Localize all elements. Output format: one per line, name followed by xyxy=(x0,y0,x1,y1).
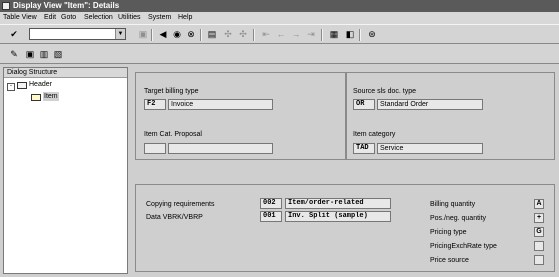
command-dropdown-icon[interactable]: ▼ xyxy=(115,29,125,39)
copy-icon[interactable]: ▧ xyxy=(52,48,64,60)
save-icon[interactable]: ▣ xyxy=(24,48,36,60)
copy-control-group: Copying requirements 002 Item/order-rela… xyxy=(135,184,555,272)
target-billing-type-text: Invoice xyxy=(168,99,273,110)
new-entries-icon[interactable]: ▥ xyxy=(38,48,50,60)
billing-quantity-label: Billing quantity xyxy=(430,201,476,208)
application-toolbar: ✎ ▣ ▥ ▧ xyxy=(0,44,559,64)
previous-page-icon[interactable]: ← xyxy=(275,28,287,40)
command-field[interactable]: ▼ xyxy=(29,28,126,40)
tree-header: Dialog Structure xyxy=(4,68,127,78)
pos-neg-quantity-field[interactable]: + xyxy=(534,213,544,223)
menu-utilities[interactable]: Utilities xyxy=(118,14,141,21)
next-page-icon[interactable]: → xyxy=(290,28,302,40)
pricing-exch-rate-type-field[interactable] xyxy=(534,241,544,251)
cancel-icon[interactable]: ⊗ xyxy=(185,28,197,40)
back-icon[interactable]: ◀ xyxy=(157,28,169,40)
item-cat-proposal-text xyxy=(168,143,273,154)
target-billing-type-code[interactable]: F2 xyxy=(144,99,166,110)
source-doc-type-code[interactable]: OR xyxy=(353,99,375,110)
source-doc-type-label: Source sls doc. type xyxy=(353,88,417,95)
billing-quantity-field[interactable]: A xyxy=(534,199,544,209)
title-bar: Display View "Item": Details xyxy=(0,0,559,12)
pricing-type-label: Pricing type xyxy=(430,229,467,236)
price-source-label: Price source xyxy=(430,257,469,264)
window-title: Display View "Item": Details xyxy=(13,1,120,10)
find-icon[interactable]: ✣ xyxy=(222,28,234,40)
tree-node-item[interactable]: Item xyxy=(43,92,59,101)
print-icon[interactable]: ▤ xyxy=(206,28,218,40)
menu-selection[interactable]: Selection xyxy=(84,14,113,21)
item-category-code[interactable]: TAD xyxy=(353,143,375,154)
check-icon[interactable]: ✔ xyxy=(8,28,20,40)
exit-icon[interactable]: ◉ xyxy=(171,28,183,40)
item-cat-proposal-code[interactable] xyxy=(144,143,166,154)
folder-closed-icon xyxy=(17,82,27,89)
save-icon[interactable]: ▣ xyxy=(137,28,149,40)
data-vbrk-code[interactable]: 001 xyxy=(260,211,282,222)
window-icon[interactable] xyxy=(2,2,10,10)
target-billing-type-label: Target billing type xyxy=(144,88,199,95)
item-category-text: Service xyxy=(377,143,483,154)
menu-goto[interactable]: Goto xyxy=(61,14,76,21)
menu-table-view[interactable]: Table View xyxy=(3,14,37,21)
tree-toggle-icon[interactable]: - xyxy=(7,81,15,91)
copying-requirements-text: Item/order-related xyxy=(285,198,391,209)
shortcut-icon[interactable]: ◧ xyxy=(344,28,356,40)
standard-toolbar: ✔ ▼ ▣ ◀ ◉ ⊗ ▤ ✣ ✣ ⇤ ← → ⇥ ▦ ◧ ⊛ xyxy=(0,24,559,44)
source-doc-type-text: Standard Order xyxy=(377,99,483,110)
pricing-type-field[interactable]: G xyxy=(534,227,544,237)
menu-help[interactable]: Help xyxy=(178,14,192,21)
data-vbrk-text: Inv. Split (sample) xyxy=(285,211,391,222)
tree-node-header[interactable]: Header xyxy=(29,80,52,89)
find-next-icon[interactable]: ✣ xyxy=(237,28,249,40)
dialog-structure-tree: Dialog Structure - Header Item xyxy=(3,67,128,274)
copying-requirements-label: Copying requirements xyxy=(146,201,215,208)
price-source-field[interactable] xyxy=(534,255,544,265)
change-display-icon[interactable]: ✎ xyxy=(8,48,20,60)
data-vbrk-label: Data VBRK/VBRP xyxy=(146,214,203,221)
target-group: Target billing type F2 Invoice Item Cat.… xyxy=(135,72,346,160)
pos-neg-quantity-label: Pos./neg. quantity xyxy=(430,215,487,222)
first-page-icon[interactable]: ⇤ xyxy=(260,28,272,40)
create-session-icon[interactable]: ▦ xyxy=(328,28,340,40)
help-icon[interactable]: ⊛ xyxy=(366,28,378,40)
menu-system[interactable]: System xyxy=(148,14,171,21)
item-category-label: Item category xyxy=(353,131,396,138)
last-page-icon[interactable]: ⇥ xyxy=(305,28,317,40)
menu-bar: Table View Edit Goto Selection Utilities… xyxy=(0,12,559,24)
folder-open-icon xyxy=(31,94,41,101)
pricing-exch-rate-type-label: PricingExchRate type xyxy=(430,243,497,250)
copying-requirements-code[interactable]: 002 xyxy=(260,198,282,209)
menu-edit[interactable]: Edit xyxy=(44,14,56,21)
item-cat-proposal-label: Item Cat. Proposal xyxy=(144,131,202,138)
source-group: Source sls doc. type OR Standard Order I… xyxy=(346,72,555,160)
